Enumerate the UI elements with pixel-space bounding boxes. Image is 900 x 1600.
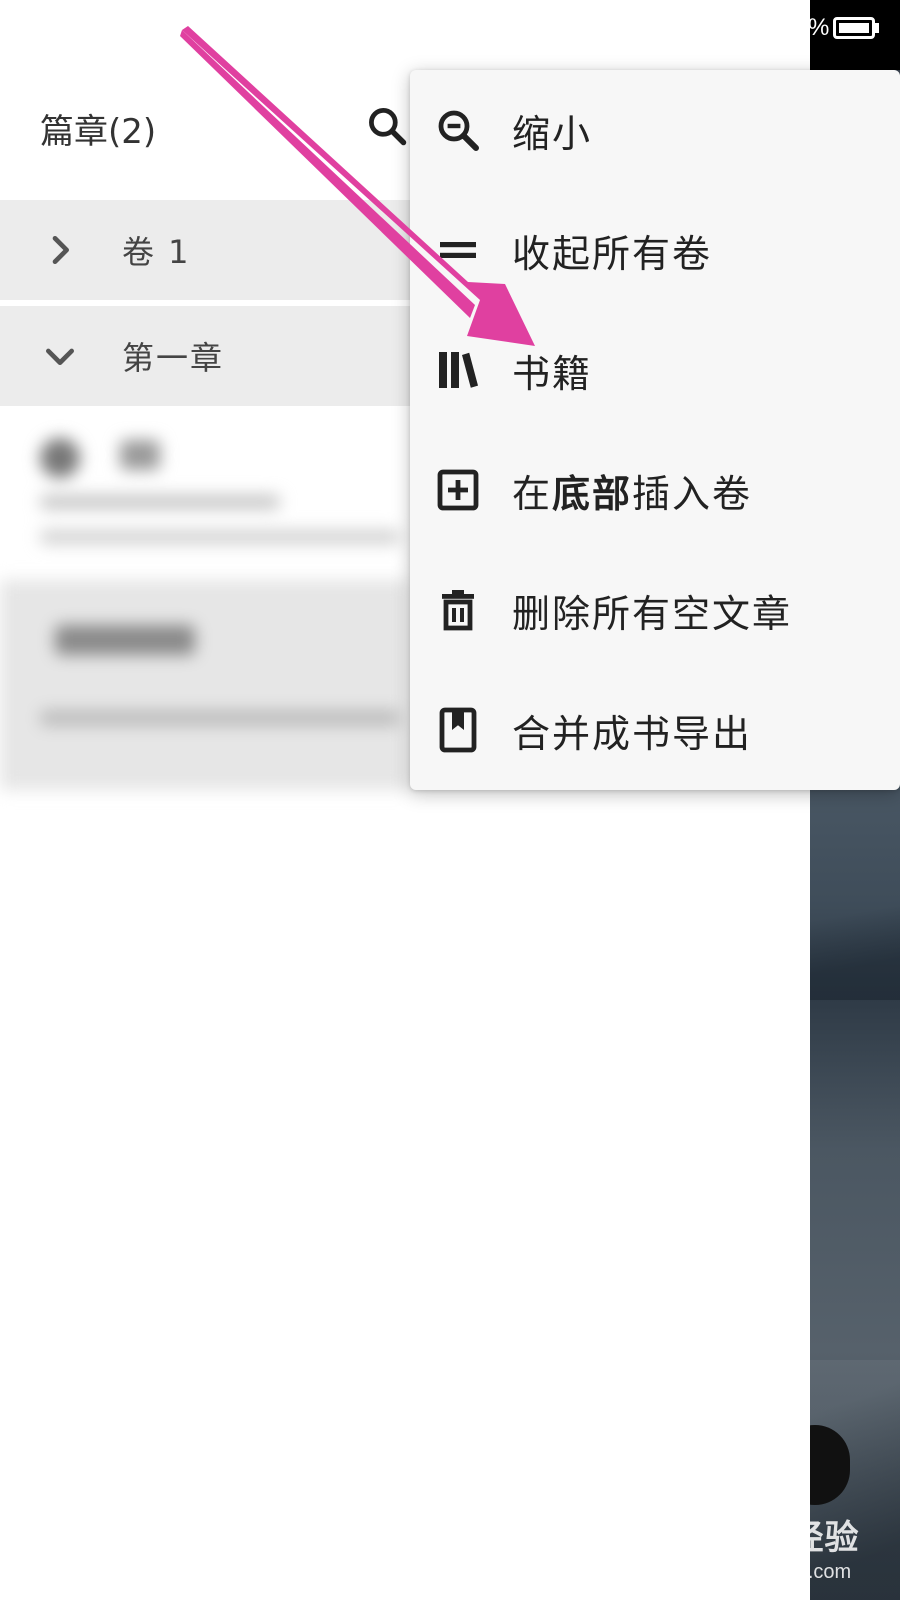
chapter-group-label: 第一章 (122, 339, 225, 377)
battery-percent-sign: % (808, 14, 830, 41)
volume-label: 卷 1 (122, 233, 191, 271)
menu-item-merge-export[interactable]: 合并成书导出 (410, 670, 900, 790)
drawer-title: 篇章(2) (40, 112, 157, 152)
battery-icon (833, 17, 876, 39)
blurred-text (120, 440, 160, 470)
add-box-icon (437, 469, 479, 511)
menu-label: 缩小 (512, 111, 593, 156)
trash-icon (442, 590, 474, 631)
status-battery: % (808, 14, 880, 42)
blurred-text (40, 495, 280, 509)
blurred-text (40, 530, 400, 544)
watermark-main: Baidu经验 (690, 1519, 860, 1557)
blurred-text (40, 710, 400, 726)
collapse-icon (440, 242, 476, 258)
menu-label: 在底部插入卷 (512, 463, 752, 518)
menu-item-zoom-out[interactable]: 缩小 (410, 70, 900, 190)
battery-tip (875, 23, 880, 33)
chevron-down-icon (46, 348, 74, 365)
menu-label-post: 插入卷 (632, 471, 753, 516)
blurred-text (55, 625, 195, 655)
overflow-menu: 缩小 收起所有卷 书籍 在底部插入卷 删除所有空文章 合并成书导出 (410, 70, 900, 790)
blurred-chapter-list (0, 410, 410, 810)
menu-item-books[interactable]: 书籍 (410, 310, 900, 430)
bookmark-book-icon (439, 707, 477, 753)
watermark: Baidu经验 jingyan.baidu.com (690, 1510, 859, 1584)
chevron-right-icon (52, 236, 69, 264)
menu-label: 合并成书导出 (512, 711, 753, 756)
menu-label: 删除所有空文章 (512, 591, 793, 636)
menu-label: 收起所有卷 (512, 231, 713, 276)
menu-label: 书籍 (512, 351, 593, 396)
menu-label-bold: 底部 (552, 471, 633, 516)
search-icon[interactable] (365, 104, 409, 148)
blurred-card (0, 580, 410, 790)
books-icon (439, 352, 478, 388)
blurred-avatar (40, 438, 80, 478)
menu-label-pre: 在 (512, 471, 553, 516)
watermark-sub: jingyan.baidu.com (690, 1561, 852, 1583)
wallpaper-mountain-ridge (810, 880, 900, 1000)
menu-item-insert-volume[interactable]: 在底部插入卷 (410, 430, 900, 550)
zoom-out-icon (438, 110, 479, 151)
menu-item-collapse-all[interactable]: 收起所有卷 (410, 190, 900, 310)
menu-item-delete-empty[interactable]: 删除所有空文章 (410, 550, 900, 670)
